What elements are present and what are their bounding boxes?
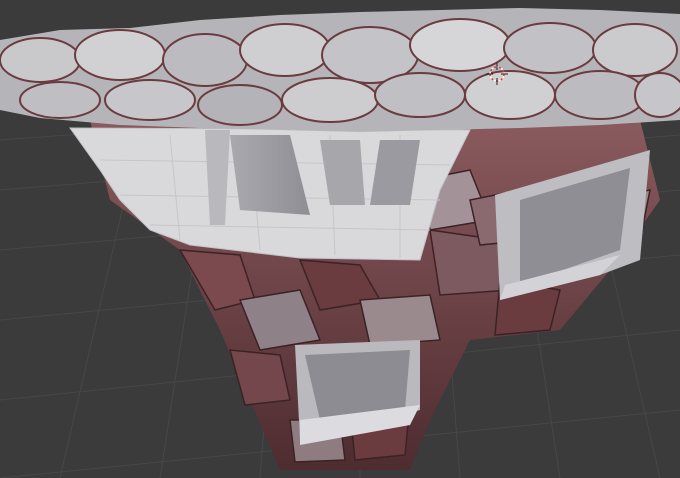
scene-canvas[interactable] [0,0,680,478]
3d-viewport[interactable] [0,0,680,478]
